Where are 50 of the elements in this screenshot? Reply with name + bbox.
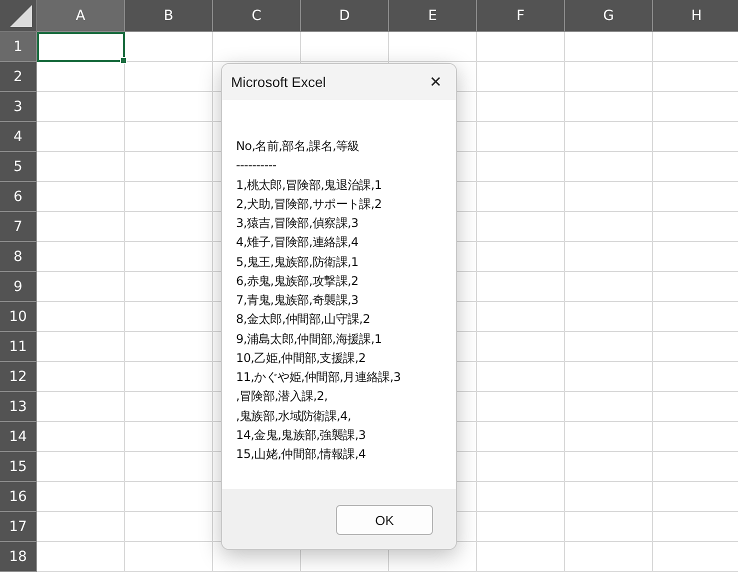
message-text: ----------	[236, 157, 278, 174]
row-header[interactable]: 3	[0, 92, 37, 122]
message-text: 3,猿吉,冒険部,偵察課,3	[236, 215, 360, 232]
message-text: 15,山姥,仲間部,情報課,4	[236, 446, 367, 463]
select-all-icon	[10, 5, 32, 27]
row-header[interactable]: 5	[0, 152, 37, 182]
row-header[interactable]: 13	[0, 392, 37, 422]
message-text: 4,雉子,冒険部,連絡課,4	[236, 234, 360, 252]
row-header[interactable]: 15	[0, 452, 37, 482]
message-text: No,名前,部名,課名,等級	[236, 138, 360, 155]
select-all-button[interactable]	[0, 0, 37, 32]
message-text: 7,青鬼,鬼族部,奇襲課,3	[236, 292, 360, 309]
column-header[interactable]: B	[125, 0, 213, 32]
message-text: ,冒険部,潜入課,2,	[236, 388, 329, 406]
close-button[interactable]: ✕	[425, 71, 446, 93]
row-header[interactable]: 11	[0, 332, 37, 362]
column-header[interactable]: C	[213, 0, 301, 32]
row-header[interactable]: 17	[0, 512, 37, 542]
row-header[interactable]: 1	[0, 32, 37, 62]
window-title: Microsoft Excel	[231, 74, 326, 90]
message-text: 8,金太郎,仲間部,山守課,2	[236, 311, 372, 328]
row-header[interactable]: 18	[0, 542, 37, 572]
message-text: ,鬼族部,水域防衛課,4,	[236, 408, 352, 424]
row-header[interactable]: 6	[0, 182, 37, 212]
column-header[interactable]: G	[565, 0, 653, 32]
row-header[interactable]: 7	[0, 212, 37, 242]
column-header[interactable]: D	[301, 0, 389, 32]
row-header[interactable]: 8	[0, 242, 37, 272]
row-header[interactable]: 2	[0, 62, 37, 92]
message-text: 14,金鬼,鬼族部,強襲課,3	[236, 426, 367, 444]
fill-handle[interactable]	[120, 57, 127, 64]
row-header[interactable]: 10	[0, 302, 37, 332]
row-header[interactable]: 12	[0, 362, 37, 392]
message-text: 2,犬助,冒険部,サポート課,2	[236, 196, 383, 213]
message-text: 1,桃太郎,冒険部,鬼退治課,1	[236, 176, 383, 194]
message-text: 9,浦島太郎,仲間部,海援課,1	[236, 330, 383, 348]
column-header[interactable]: A	[37, 0, 125, 32]
row-header[interactable]: 14	[0, 422, 37, 452]
message-text: 5,鬼王,鬼族部,防衛課,1	[236, 254, 360, 270]
row-header[interactable]: 16	[0, 482, 37, 512]
column-header[interactable]: H	[653, 0, 738, 32]
message-text: 10,乙姫,仲間部,支援課,2	[236, 350, 367, 367]
column-header[interactable]: E	[389, 0, 477, 32]
column-header[interactable]: F	[477, 0, 565, 32]
active-cell[interactable]	[37, 32, 125, 62]
message-text: 11,かぐや姫,仲間部,月連絡課,3	[236, 369, 402, 386]
message-text: 6,赤鬼,鬼族部,攻撃課,2	[236, 272, 360, 290]
row-header[interactable]: 4	[0, 122, 37, 152]
ok-button[interactable]: OK	[336, 505, 433, 535]
row-header[interactable]: 9	[0, 272, 37, 302]
